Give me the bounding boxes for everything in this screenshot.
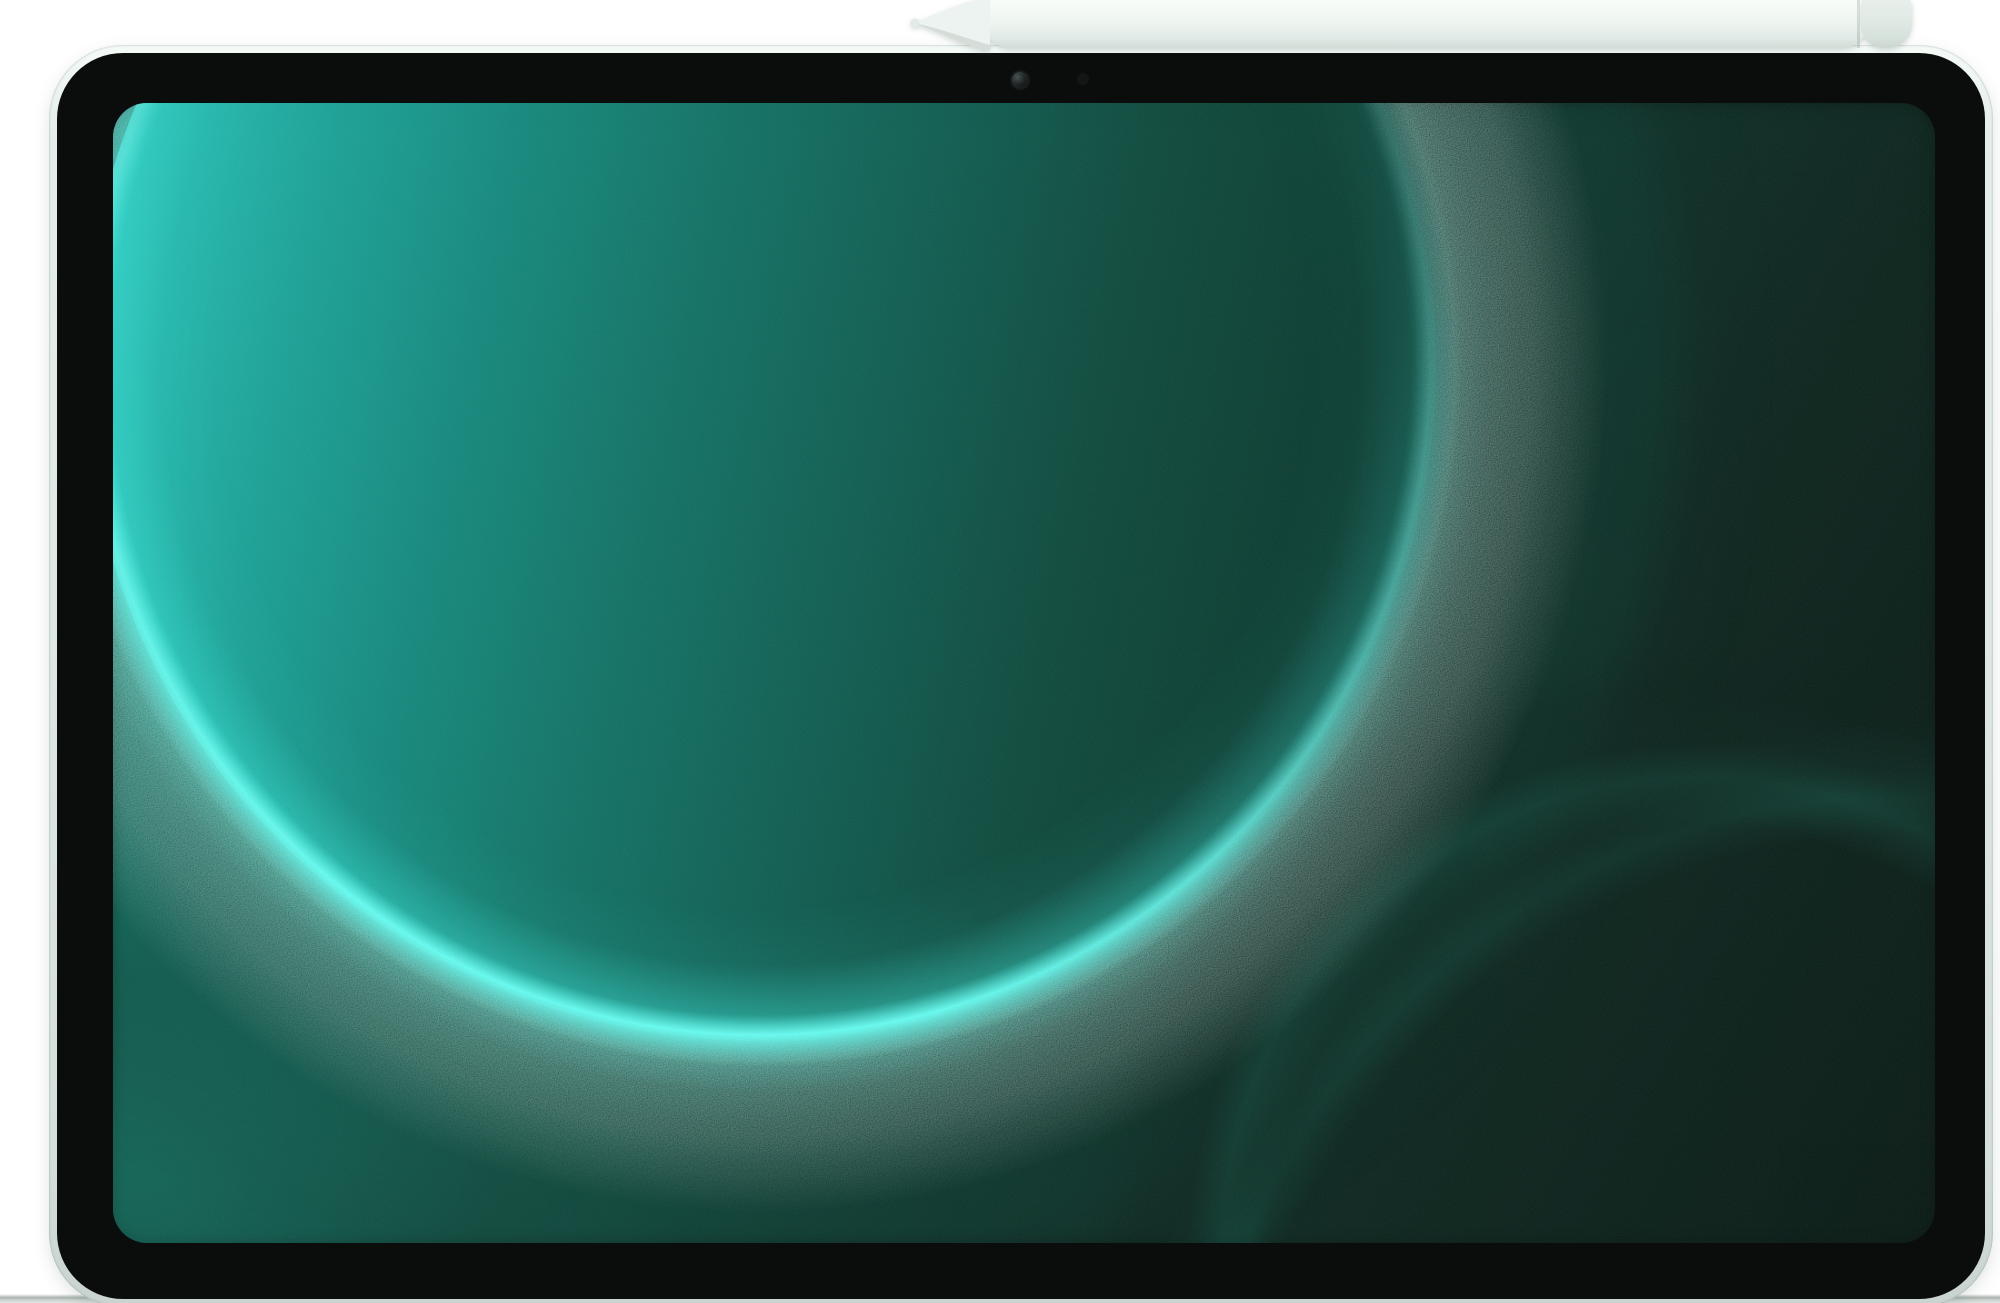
s-pen-cap-tint	[1860, 0, 1912, 48]
tablet-screen-wallpaper	[113, 103, 1935, 1243]
tablet-device	[49, 45, 1993, 1303]
tablet-bezel	[57, 53, 1985, 1299]
wallpaper-grain	[113, 103, 1935, 1243]
product-photo-stage	[0, 0, 2000, 1303]
front-camera-icon	[1012, 72, 1028, 88]
s-pen-nib	[911, 19, 920, 28]
s-pen-stylus	[898, 0, 1914, 50]
ambient-sensor-icon	[1077, 73, 1089, 85]
s-pen-body	[984, 0, 1868, 48]
s-pen-cap-seam	[1857, 0, 1860, 48]
